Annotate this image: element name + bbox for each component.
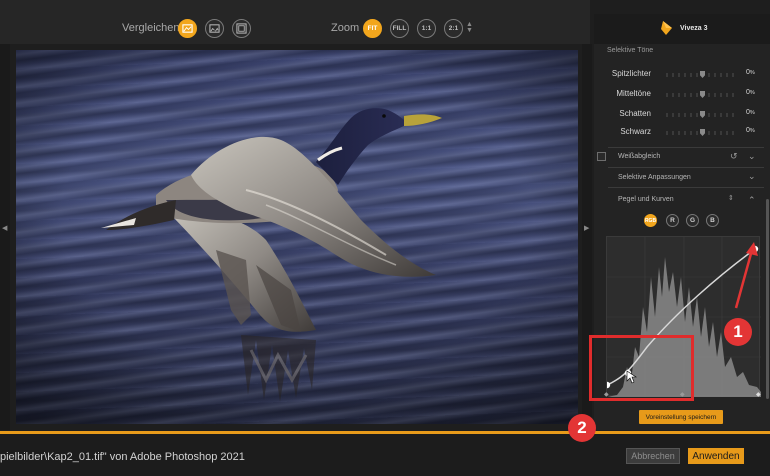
tone-label: Schatten <box>619 109 651 118</box>
split-view-icon <box>182 24 193 33</box>
annotation-highlight-box <box>589 335 694 401</box>
image-preview[interactable] <box>16 50 578 424</box>
apply-button[interactable]: Anwenden <box>688 448 744 464</box>
tone-row-shadows: Schatten 0% <box>594 109 770 121</box>
sort-icon[interactable]: ⇕ <box>728 194 734 203</box>
panel-scrollbar[interactable] <box>766 199 769 399</box>
zoom-fit-button[interactable]: FIT <box>363 19 382 38</box>
highlights-slider[interactable] <box>666 71 738 78</box>
chevron-down-icon[interactable]: ⌄ <box>748 172 756 181</box>
zoom-1-1-button[interactable]: 1:1 <box>417 19 436 38</box>
compare-split-button[interactable] <box>178 19 197 38</box>
bottom-bar: pielbilder\Kap2_01.tif" von Adobe Photos… <box>0 434 770 476</box>
compare-label: Vergleichen <box>122 22 180 34</box>
viveza-logo-icon <box>661 21 672 35</box>
cancel-button[interactable]: Abbrechen <box>626 448 680 464</box>
annotation-marker-1: 1 <box>724 318 752 346</box>
levels-curves-label[interactable]: Pegel und Kurven <box>618 196 674 203</box>
side-by-side-icon <box>209 24 220 33</box>
chevron-down-icon[interactable]: ⌄ <box>748 152 756 161</box>
tone-label: Mitteltöne <box>616 89 651 98</box>
tone-value: 0% <box>746 69 755 76</box>
compare-side-by-side-button[interactable] <box>205 19 224 38</box>
selective-adjustments-label[interactable]: Selektive Anpassungen <box>618 174 691 181</box>
compare-before-after-button[interactable] <box>232 19 251 38</box>
tone-row-blacks: Schwarz 0% <box>594 127 770 139</box>
annotation-marker-2: 2 <box>568 414 596 442</box>
divider <box>608 167 764 168</box>
left-panel-toggle[interactable]: ◀ <box>0 44 10 430</box>
duck-photo <box>16 50 578 424</box>
zoom-2-1-button[interactable]: 2:1 <box>444 19 463 38</box>
before-after-icon <box>236 23 247 34</box>
tone-value: 0% <box>746 109 755 116</box>
viveza-header: Viveza 3 <box>594 14 770 44</box>
channel-b-button[interactable]: B <box>706 214 719 227</box>
white-balance-label[interactable]: Weißabgleich <box>618 153 660 160</box>
blacks-slider[interactable] <box>666 129 738 136</box>
zoom-fill-button[interactable]: FILL <box>390 19 409 38</box>
channel-rgb-button[interactable]: RGB <box>644 214 657 227</box>
reset-icon[interactable]: ↺ <box>730 152 738 161</box>
tone-value: 0% <box>746 127 755 134</box>
tone-label: Schwarz <box>620 127 651 136</box>
zoom-label: Zoom <box>331 22 360 34</box>
divider <box>608 187 764 188</box>
white-point-icon[interactable]: ◆ <box>756 391 761 400</box>
slider-thumb[interactable] <box>700 71 705 78</box>
app-name: Viveza 3 <box>680 25 708 32</box>
tone-value: 0% <box>746 89 755 96</box>
preview-toolbar: Vergleichen Zoom FIT FILL 1:1 2:1 ▲ ▼ <box>0 0 590 44</box>
slider-thumb[interactable] <box>700 91 705 98</box>
zoom-stepper-icon[interactable]: ▲ ▼ <box>466 21 473 34</box>
annotation-arrow-icon <box>734 242 758 309</box>
channel-r-button[interactable]: R <box>666 214 679 227</box>
tone-row-highlights: Spitzlichter 0% <box>594 69 770 81</box>
slider-thumb[interactable] <box>700 129 705 136</box>
midtones-slider[interactable] <box>666 91 738 98</box>
slider-thumb[interactable] <box>700 111 705 118</box>
white-balance-checkbox[interactable] <box>597 152 606 161</box>
chevron-up-icon[interactable]: ⌃ <box>748 196 756 205</box>
selective-tones-title: Selektive Töne <box>607 47 654 54</box>
save-preset-button[interactable]: Voreinstellung speichern <box>639 410 723 424</box>
channel-g-button[interactable]: G <box>686 214 699 227</box>
divider <box>608 147 764 148</box>
tone-row-midtones: Mitteltöne 0% <box>594 89 770 101</box>
file-info: pielbilder\Kap2_01.tif" von Adobe Photos… <box>0 451 245 463</box>
collapse-right-icon: ▶ <box>584 225 590 232</box>
tone-label: Spitzlichter <box>611 69 651 78</box>
shadows-slider[interactable] <box>666 111 738 118</box>
collapse-left-icon: ◀ <box>2 225 8 232</box>
